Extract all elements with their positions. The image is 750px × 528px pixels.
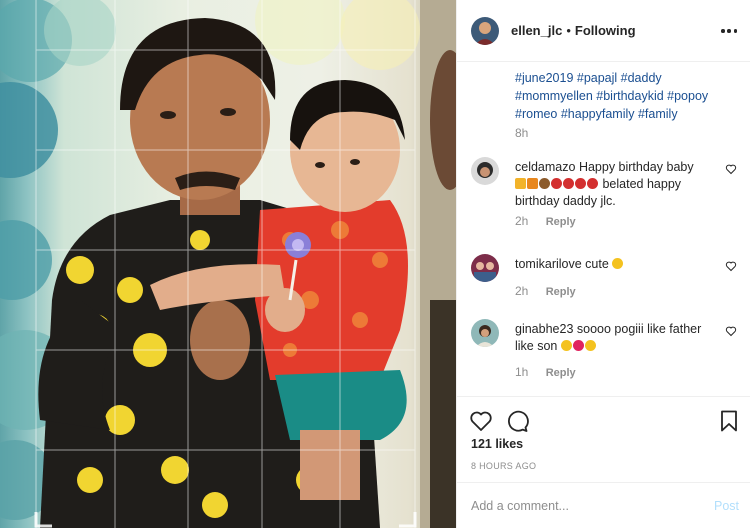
comment-time[interactable]: 1h: [515, 365, 528, 379]
more-horizontal-icon: [721, 29, 725, 33]
comment-time[interactable]: 2h: [515, 214, 528, 228]
comment-body: Happy birthday baby: [578, 160, 694, 174]
like-comment-heart-icon[interactable]: [725, 163, 737, 175]
caption-time[interactable]: 8h: [515, 126, 528, 140]
post-timestamp[interactable]: 8 HOURS AGO: [471, 461, 536, 471]
more-horizontal-icon: [733, 29, 737, 33]
post-photo: [0, 0, 456, 528]
comment-text: ginabhe23 soooo pogiii like father like …: [515, 321, 715, 355]
avatar[interactable]: [471, 157, 499, 185]
following-button[interactable]: Following: [575, 23, 636, 38]
comment-meta: 2h Reply: [515, 284, 576, 298]
comment-username[interactable]: tomikarilove: [515, 257, 582, 271]
hashtag-line[interactable]: #romeo #happyfamily #family: [515, 105, 740, 123]
emoji-icon: [584, 340, 596, 351]
emoji-icon: [612, 258, 624, 269]
comment-username[interactable]: celdamazo: [515, 160, 575, 174]
header-separator: •: [566, 23, 571, 38]
emoji-icon: [551, 178, 562, 189]
comment-text: tomikarilove cute: [515, 256, 715, 273]
emoji-icon: [560, 340, 572, 351]
avatar-image: [471, 319, 499, 347]
reply-button[interactable]: Reply: [546, 286, 576, 298]
post-comment-button[interactable]: Post: [714, 499, 739, 513]
emoji-icon: [563, 178, 574, 189]
emoji-icon: [539, 178, 550, 189]
hashtag-line[interactable]: #mommyellen #birthdaykid #popoy: [515, 87, 740, 105]
comment-body: cute: [585, 257, 609, 271]
add-comment-bar: Post: [457, 482, 750, 528]
post-username[interactable]: ellen_jlc: [511, 23, 562, 38]
like-heart-icon[interactable]: [469, 409, 493, 433]
save-bookmark-icon[interactable]: [717, 409, 741, 433]
comment-username[interactable]: ginabhe23: [515, 322, 573, 336]
emoji-icon: [572, 340, 584, 351]
hashtag-line[interactable]: #june2019 #papajl #daddy: [515, 69, 740, 87]
avatar-image: [471, 157, 499, 185]
more-options-button[interactable]: [721, 22, 737, 40]
comment-time[interactable]: 2h: [515, 284, 528, 298]
post-actions: [457, 396, 750, 442]
post-header: ellen_jlc • Following: [457, 0, 750, 62]
comment-text: celdamazo Happy birthday baby belated ha…: [515, 159, 715, 210]
emoji-icon: [527, 178, 538, 189]
emoji-icon: [575, 178, 586, 189]
comment-meta: 2h Reply: [515, 214, 576, 228]
avatar[interactable]: [471, 16, 499, 45]
more-horizontal-icon: [727, 29, 731, 33]
reply-button[interactable]: Reply: [546, 367, 576, 379]
reply-button[interactable]: Reply: [546, 216, 576, 228]
emoji-icon: [587, 178, 598, 189]
emoji-icon: [515, 178, 526, 189]
post-side-panel: ellen_jlc • Following #june2019 #papajl …: [456, 0, 750, 528]
likes-count[interactable]: 121 likes: [471, 437, 523, 451]
avatar[interactable]: [471, 319, 499, 347]
post-photo-illustration: [0, 0, 456, 528]
like-comment-heart-icon[interactable]: [725, 260, 737, 272]
add-comment-input[interactable]: [471, 495, 691, 517]
avatar[interactable]: [471, 254, 499, 282]
like-comment-heart-icon[interactable]: [725, 325, 737, 337]
caption-hashtags: #june2019 #papajl #daddy #mommyellen #bi…: [515, 69, 740, 123]
avatar-image: [471, 16, 499, 45]
avatar-image: [471, 254, 499, 282]
comment-meta: 1h Reply: [515, 365, 576, 379]
comment-bubble-icon[interactable]: [505, 409, 529, 433]
comments-list[interactable]: #june2019 #papajl #daddy #mommyellen #bi…: [457, 63, 750, 395]
